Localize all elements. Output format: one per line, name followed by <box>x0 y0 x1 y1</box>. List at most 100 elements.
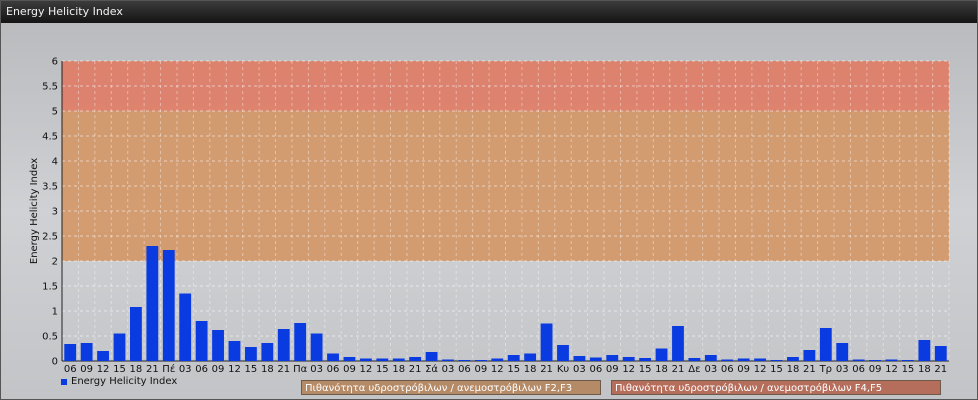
legend-label: Energy Helicity Index <box>71 376 178 387</box>
bar-10 <box>228 341 241 361</box>
y-tick-label-10: 5 <box>52 107 58 118</box>
x-tick-label-53: 21 <box>934 364 947 375</box>
bar-14 <box>294 323 307 361</box>
bar-52 <box>918 340 931 361</box>
x-tick-label-15: 03 <box>310 364 323 375</box>
x-tick-label-16: 06 <box>327 364 340 375</box>
bar-24 <box>458 360 471 361</box>
x-tick-label-10: 12 <box>228 364 241 375</box>
x-tick-label-28: 18 <box>524 364 537 375</box>
chart-window: Energy Helicity Index 0 0.5 1 1.5 2 2.5 3 3.5 4 4… <box>0 0 978 400</box>
x-tick-label-27: 15 <box>507 364 520 375</box>
bar-18 <box>359 358 372 361</box>
bar-9 <box>212 330 224 361</box>
x-tick-label-46: Τρ <box>819 364 832 375</box>
bar-15 <box>310 333 323 361</box>
bar-0 <box>64 344 77 361</box>
bar-21 <box>409 357 422 361</box>
y-tick-label-11: 5.5 <box>42 82 58 93</box>
bar-31 <box>573 356 586 361</box>
bar-43 <box>770 360 783 361</box>
bar-35 <box>639 358 652 361</box>
y-tick-label-4: 2 <box>52 257 58 268</box>
bar-12 <box>261 343 274 361</box>
bar-53 <box>934 346 947 361</box>
x-tick-label-43: 15 <box>770 364 783 375</box>
x-tick-label-33: 09 <box>606 364 619 375</box>
bar-5 <box>146 246 159 361</box>
x-tick-label-34: 12 <box>622 364 635 375</box>
y-tick-label-6: 3 <box>52 207 58 218</box>
x-tick-label-26: 12 <box>491 364 504 375</box>
bar-41 <box>737 358 750 361</box>
x-tick-label-50: 12 <box>885 364 898 375</box>
legend[interactable]: Energy Helicity Index <box>61 376 177 387</box>
x-tick-label-29: 21 <box>540 364 553 375</box>
x-tick-label-30: Κυ <box>557 364 570 375</box>
y-axis-label: Energy Helicity Index <box>29 158 40 264</box>
bar-46 <box>819 328 832 361</box>
x-tick-label-49: 09 <box>869 364 882 375</box>
bar-36 <box>655 348 668 361</box>
bar-27 <box>507 355 520 361</box>
x-tick-label-17: 09 <box>343 364 356 375</box>
bar-51 <box>902 360 914 361</box>
y-tick-label-2: 1 <box>52 307 58 318</box>
x-tick-label-8: 06 <box>195 364 208 375</box>
bar-23 <box>442 359 454 361</box>
bar-28 <box>524 353 537 361</box>
bar-22 <box>425 352 438 361</box>
bar-7 <box>179 293 192 361</box>
x-tick-label-41: 09 <box>737 364 750 375</box>
x-tick-label-32: 06 <box>589 364 602 375</box>
x-tick-label-2: 12 <box>97 364 110 375</box>
bar-40 <box>721 359 734 361</box>
band-label-f4-f5: Πιθανότητα υδροστρόβιλων / ανεμοστρόβιλω… <box>611 380 941 395</box>
x-tick-label-37: 21 <box>672 364 685 375</box>
y-tick-label-3: 1.5 <box>42 282 58 293</box>
x-tick-label-21: 21 <box>409 364 422 375</box>
x-tick-label-11: 15 <box>245 364 258 375</box>
bar-19 <box>376 358 389 361</box>
bar-29 <box>540 323 553 361</box>
bar-39 <box>704 355 717 361</box>
bar-42 <box>754 358 767 361</box>
bar-17 <box>343 357 356 361</box>
x-tick-label-12: 18 <box>261 364 274 375</box>
x-tick-label-47: 03 <box>836 364 849 375</box>
bar-20 <box>392 358 405 361</box>
bar-34 <box>622 357 635 361</box>
bar-11 <box>244 347 257 361</box>
bar-30 <box>557 345 569 361</box>
bar-45 <box>803 350 816 361</box>
x-tick-label-24: 06 <box>458 364 471 375</box>
x-tick-label-44: 18 <box>787 364 800 375</box>
x-tick-label-20: 18 <box>392 364 405 375</box>
x-tick-label-38: Δε <box>688 364 700 375</box>
bar-1 <box>80 343 93 361</box>
bar-26 <box>491 358 504 361</box>
bar-37 <box>672 326 684 361</box>
x-tick-label-51: 15 <box>902 364 915 375</box>
x-tick-label-52: 18 <box>918 364 931 375</box>
bar-8 <box>195 321 208 361</box>
x-tick-label-25: 09 <box>474 364 487 375</box>
x-tick-label-39: 03 <box>704 364 717 375</box>
bar-25 <box>474 360 487 361</box>
x-tick-label-7: 03 <box>179 364 192 375</box>
x-tick-label-0: 06 <box>64 364 77 375</box>
bar-13 <box>277 329 290 361</box>
bar-3 <box>113 333 126 361</box>
bar-16 <box>327 353 339 361</box>
y-tick-label-5: 2.5 <box>42 232 58 243</box>
bar-32 <box>589 357 602 361</box>
x-tick-label-3: 15 <box>113 364 126 375</box>
x-tick-label-45: 21 <box>803 364 816 375</box>
x-tick-label-6: Πέ <box>162 363 175 375</box>
bar-2 <box>97 351 109 361</box>
y-tick-label-1: 0.5 <box>42 332 58 343</box>
bar-50 <box>885 359 898 361</box>
y-tick-label-7: 3.5 <box>42 182 58 193</box>
x-tick-label-31: 03 <box>573 364 586 375</box>
x-tick-label-36: 18 <box>655 364 668 375</box>
